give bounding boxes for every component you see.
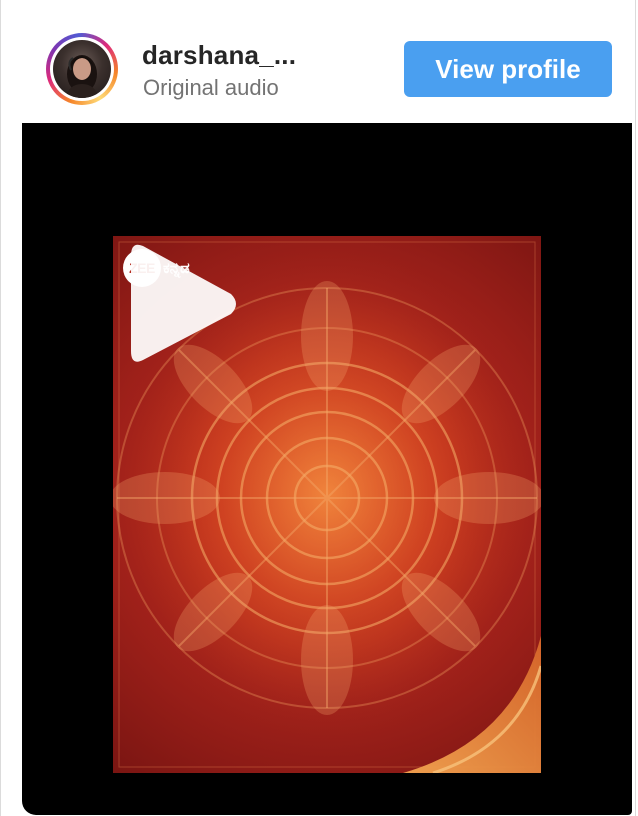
post-header: darshana_... Original audio View profile xyxy=(1,0,638,123)
video-thumbnail[interactable]: ZEE ಕನ್ನಡ xyxy=(113,236,541,773)
view-profile-button[interactable]: View profile xyxy=(404,41,612,97)
post-card: darshana_... Original audio View profile xyxy=(0,0,636,816)
avatar-photo xyxy=(53,40,111,98)
audio-label[interactable]: Original audio xyxy=(143,75,279,101)
profile-avatar[interactable] xyxy=(46,33,118,105)
avatar-ring-gap xyxy=(50,37,114,101)
username-link[interactable]: darshana_... xyxy=(142,40,296,71)
play-icon[interactable] xyxy=(113,236,243,371)
person-icon xyxy=(65,55,99,98)
video-player[interactable]: ZEE ಕನ್ನಡ xyxy=(22,123,632,815)
